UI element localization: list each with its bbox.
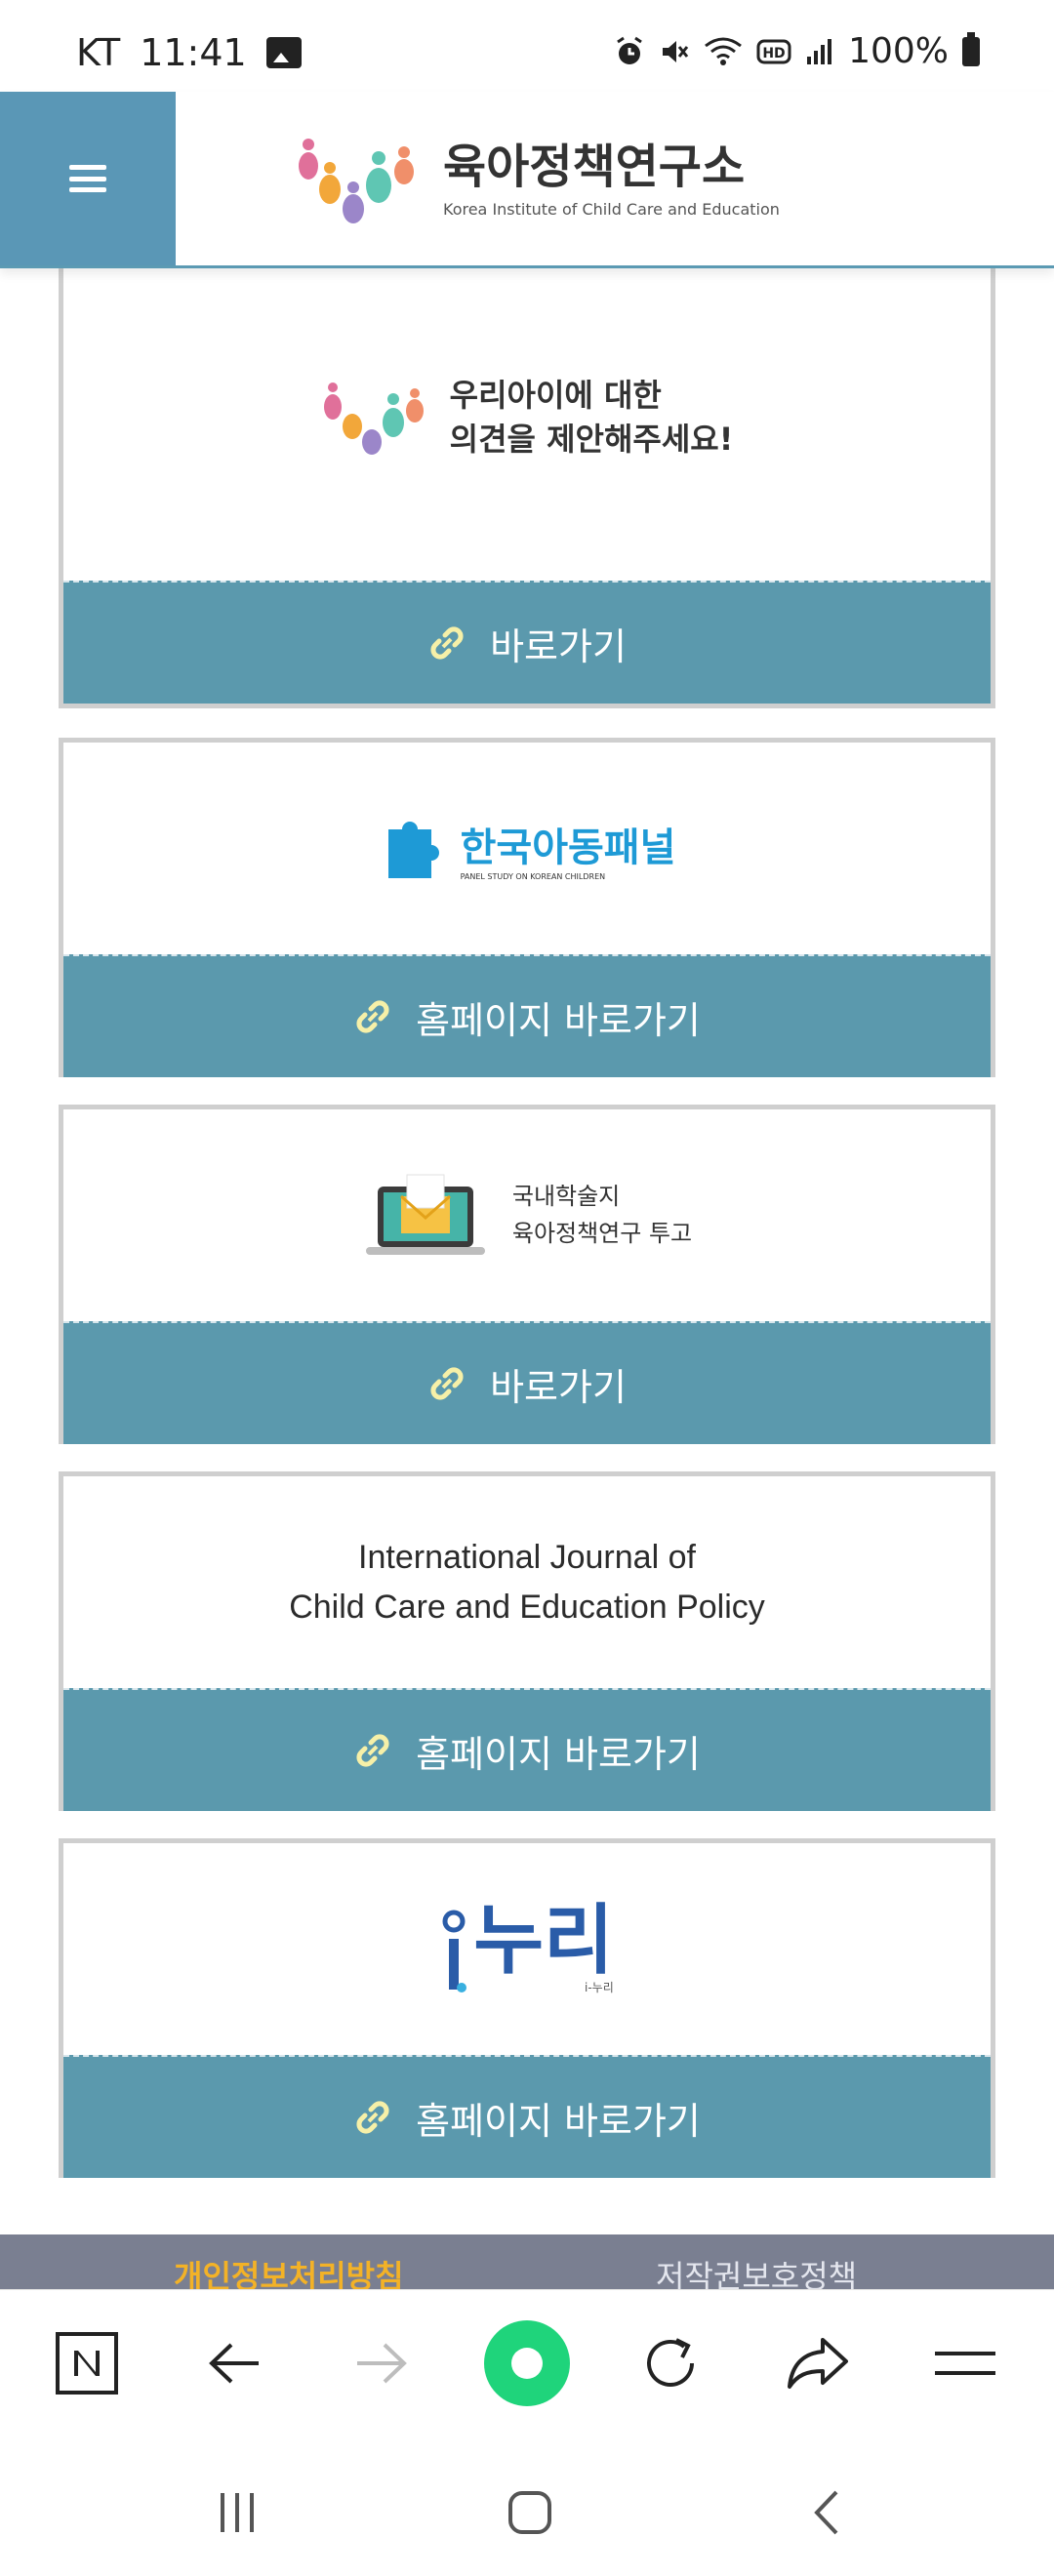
share-button[interactable]: [774, 2319, 862, 2407]
go-button-label: 바로가기: [490, 624, 627, 668]
copyright-policy-link[interactable]: 저작권보호정책: [656, 2252, 857, 2293]
hd-icon: HD: [756, 39, 791, 63]
svg-text:HD: HD: [762, 46, 785, 61]
system-navigation-bar: [0, 2439, 1054, 2576]
link-icon: [356, 2101, 389, 2134]
system-back-icon: [814, 2490, 838, 2535]
recent-apps-button[interactable]: [193, 2478, 281, 2547]
carrier-label: KT: [76, 31, 121, 74]
share-icon: [788, 2338, 848, 2389]
footer: 개인정보처리방침 저작권보호정책: [0, 2234, 1054, 2293]
browser-toolbar: [0, 2289, 1054, 2440]
puzzle-icon: [387, 821, 439, 878]
card-proposal: 우리아이에 대한 의견을 제안해주세요! 바로가기: [59, 224, 995, 708]
card-text-line1: 우리아이에 대한: [449, 376, 662, 414]
kids-panel-title: 한국아동패널: [460, 825, 676, 870]
link-icon: [356, 1734, 389, 1767]
card-i-nuri: 누리 i-누리 홈페이지 바로가기: [59, 1838, 995, 2178]
status-left: KT 11:41: [76, 31, 302, 74]
time-label: 11:41: [140, 31, 247, 74]
go-button[interactable]: 바로가기: [63, 581, 991, 704]
site-header: 육아정책연구소 Korea Institute of Child Care an…: [0, 92, 1054, 268]
back-button[interactable]: [191, 2319, 279, 2407]
card-kids-panel: 한국아동패널 PANEL STUDY ON KOREAN CHILDREN 홈페…: [59, 738, 995, 1077]
go-button[interactable]: 바로가기: [63, 1321, 991, 1444]
i-nuri-subtitle: i-누리: [585, 1981, 614, 1994]
signal-icon: [807, 38, 832, 64]
homepage-go-button[interactable]: 홈페이지 바로가기: [63, 954, 991, 1077]
back-arrow-icon: [209, 2343, 259, 2384]
logo-title: 육아정책연구소: [443, 139, 746, 194]
browser-menu-button[interactable]: [921, 2319, 1009, 2407]
kids-panel-subtitle: PANEL STUDY ON KOREAN CHILDREN: [460, 872, 606, 881]
card-banner[interactable]: 우리아이에 대한 의견을 제안해주세요!: [63, 224, 991, 581]
logo-subtitle: Korea Institute of Child Care and Educat…: [443, 199, 780, 219]
homepage-go-button-label: 홈페이지 바로가기: [416, 1732, 701, 1776]
card-text-line1: International Journal of: [358, 1538, 696, 1576]
green-dot-button[interactable]: [483, 2319, 571, 2407]
battery-icon: [962, 31, 980, 66]
status-right: HD 100%: [614, 31, 980, 71]
hamburger-menu-icon: [69, 165, 106, 192]
naver-home-button[interactable]: [43, 2319, 131, 2407]
mute-icon: [663, 40, 689, 62]
kicce-logo-icon: [299, 139, 414, 223]
card-banner[interactable]: International Journal of Child Care and …: [63, 1476, 991, 1688]
homepage-go-button-label: 홈페이지 바로가기: [416, 2099, 701, 2143]
naver-n-icon: [56, 2332, 118, 2395]
green-dot-home-icon: [484, 2320, 570, 2406]
card-banner[interactable]: 국내학술지 육아정책연구 투고: [63, 1109, 991, 1321]
forward-button[interactable]: [337, 2319, 425, 2407]
home-icon: [508, 2491, 551, 2534]
go-button-label: 바로가기: [490, 1365, 627, 1409]
card-journal-submission: 국내학술지 육아정책연구 투고 바로가기: [59, 1105, 995, 1444]
system-back-button[interactable]: [783, 2478, 871, 2547]
status-bar: KT 11:41 HD 100%: [0, 0, 1054, 92]
card-text-line2: Child Care and Education Policy: [289, 1588, 765, 1626]
privacy-policy-link[interactable]: 개인정보처리방침: [174, 2252, 404, 2293]
alarm-icon: [617, 36, 642, 64]
homepage-go-button[interactable]: 홈페이지 바로가기: [63, 2055, 991, 2178]
refresh-button[interactable]: [627, 2319, 714, 2407]
hamburger-menu-button[interactable]: [0, 92, 176, 265]
card-banner[interactable]: 한국아동패널 PANEL STUDY ON KOREAN CHILDREN: [63, 743, 991, 954]
i-nuri-i-icon: [442, 1910, 467, 1992]
forward-arrow-icon: [357, 2343, 407, 2384]
card-text-line2: 의견을 제안해주세요!: [449, 420, 734, 458]
kicce-logo-small-icon: [323, 382, 424, 455]
laptop-mail-icon: [365, 1174, 485, 1255]
site-logo[interactable]: 육아정책연구소 Korea Institute of Child Care an…: [295, 127, 780, 234]
refresh-icon: [647, 2338, 694, 2387]
menu-icon: [935, 2352, 995, 2375]
card-international-journal: International Journal of Child Care and …: [59, 1471, 995, 1811]
home-button[interactable]: [486, 2478, 574, 2547]
recent-apps-icon: [221, 2493, 254, 2532]
i-nuri-title: 누리: [473, 1897, 614, 1985]
link-icon: [430, 626, 464, 660]
homepage-go-button-label: 홈페이지 바로가기: [416, 998, 701, 1042]
card-text-line2: 육아정책연구 투고: [511, 1219, 693, 1247]
link-icon: [356, 1000, 389, 1033]
battery-percent: 100%: [848, 31, 949, 71]
card-text-line1: 국내학술지: [511, 1183, 621, 1211]
card-banner[interactable]: 누리 i-누리: [63, 1843, 991, 2055]
wifi-icon: [705, 37, 742, 65]
homepage-go-button[interactable]: 홈페이지 바로가기: [63, 1688, 991, 1811]
gallery-icon: [265, 37, 302, 68]
link-icon: [430, 1367, 464, 1400]
